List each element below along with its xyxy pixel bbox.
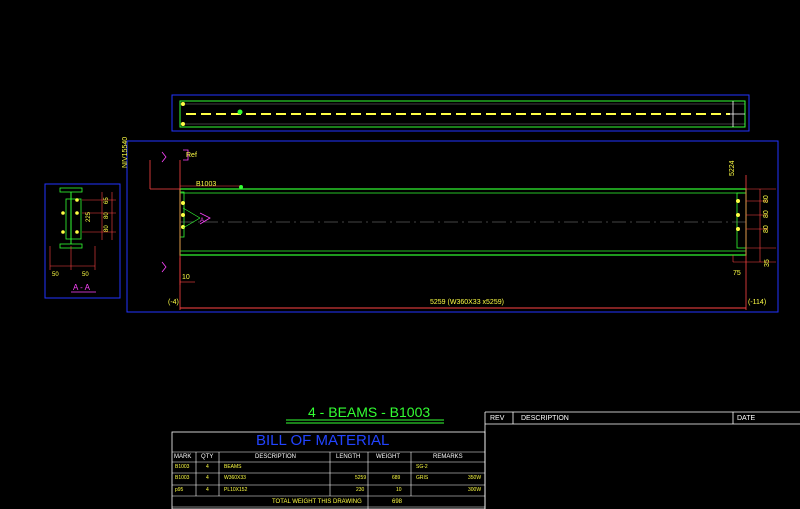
right-dimension-75: 75 xyxy=(733,270,741,277)
section-dim-side-1: 65 xyxy=(104,197,110,204)
bom-cell-remarks: GRIS xyxy=(416,475,429,481)
bom-cell-mark: B1003 xyxy=(175,464,190,470)
top-right-dimension: 5224 xyxy=(729,160,736,176)
overall-length-dimension: 5259 (W360X33 x5259) xyxy=(430,299,504,306)
bom-title: BILL OF MATERIAL xyxy=(256,432,390,449)
bom-header-weight: WEIGHT xyxy=(376,454,400,460)
section-dim-side-2: 80 xyxy=(104,212,110,219)
ref-label: Ref xyxy=(186,152,197,159)
right-dimension-35: 35 xyxy=(764,259,771,267)
bom-cell-qty: 4 xyxy=(206,487,209,493)
bom-header-mark: MARK xyxy=(174,454,192,460)
bom-header-description: DESCRIPTION xyxy=(255,454,297,460)
section-marker-a: A xyxy=(200,218,205,224)
bom-cell-remarks: SG-2 xyxy=(416,464,428,470)
bom-cell-qty: 4 xyxy=(206,464,209,470)
bom-cell-length: 230 xyxy=(356,487,365,493)
bom-cell-length: 5259 xyxy=(355,475,367,481)
right-paren-dimension: (-114) xyxy=(748,299,767,306)
drawing-title: 4 - BEAMS - B1003 xyxy=(308,404,431,420)
left-dimension-10: 10 xyxy=(182,274,190,281)
section-a-a-label: A - A xyxy=(73,283,90,292)
plan-view xyxy=(171,94,750,132)
beam-label: B1003 xyxy=(196,181,217,188)
rev-description-header: DESCRIPTION xyxy=(521,415,569,422)
elevation-label: NIV15540 xyxy=(122,136,129,168)
right-dimension-2: 80 xyxy=(763,210,770,218)
bom-cell-description: PL10X152 xyxy=(224,487,248,493)
rev-date-header: DATE xyxy=(737,415,756,422)
bom-cell-mark: p95 xyxy=(175,487,184,493)
bom-total-label: TOTAL WEIGHT THIS DRAWING xyxy=(272,499,362,505)
bom-cell-weight: 689 xyxy=(392,475,401,481)
bom-header-qty: QTY xyxy=(201,454,214,460)
right-dimension-1: 80 xyxy=(763,195,770,203)
bom-header-remarks: REMARKS xyxy=(433,454,463,460)
bom-cell-qty: 4 xyxy=(206,475,209,481)
cad-drawing-canvas[interactable] xyxy=(0,0,800,509)
bom-cell-mark: B1003 xyxy=(175,475,190,481)
section-dim-bottom-1: 50 xyxy=(52,272,59,278)
right-dimension-3: 80 xyxy=(763,225,770,233)
bom-header-length: LENGTH xyxy=(336,454,361,460)
bom-cell-weight: 10 xyxy=(396,487,402,493)
elevation-view xyxy=(126,140,779,313)
left-paren-dimension: (-4) xyxy=(168,299,179,306)
bom-cell-description: BEAMS xyxy=(224,464,242,470)
section-dim-side-3: 80 xyxy=(104,225,110,232)
bom-cell-description: W360X33 xyxy=(224,475,246,481)
section-dim-bottom-2: 50 xyxy=(82,272,89,278)
rev-header: REV xyxy=(490,415,505,422)
section-dim-total: 225 xyxy=(86,211,92,222)
revision-table-grid xyxy=(484,411,800,509)
bom-cell-remarks2: 350W xyxy=(468,475,482,481)
bom-cell-remarks2: 300W xyxy=(468,487,482,493)
bom-total-value: 698 xyxy=(392,499,403,505)
